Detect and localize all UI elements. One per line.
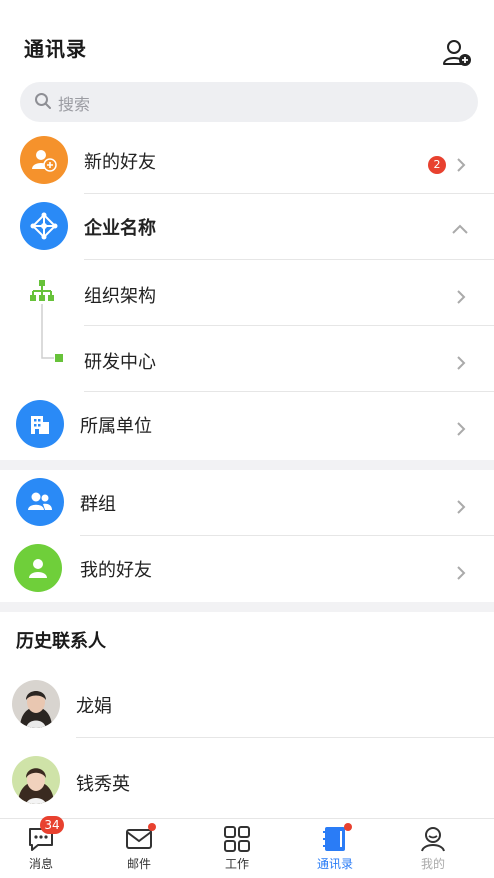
chevron-right-icon: [457, 566, 466, 580]
company-avatar: [20, 202, 68, 250]
tab-label: 消息: [28, 857, 53, 871]
chevron-up-icon[interactable]: [452, 222, 468, 236]
chevron-right-icon: [457, 290, 466, 304]
search-bar[interactable]: 搜索: [20, 82, 478, 122]
contact-row[interactable]: 龙娟: [0, 672, 494, 738]
new-friends-label: 新的好友: [84, 152, 156, 173]
add-friend-icon: [32, 150, 57, 172]
tab-mail[interactable]: 邮件: [90, 819, 188, 878]
messages-badge: 34: [40, 816, 64, 834]
section-separator: [0, 602, 494, 612]
org-chart-icon: [30, 280, 54, 301]
network-icon: [30, 212, 58, 240]
tab-messages[interactable]: 34 消息: [0, 816, 90, 878]
divider: [76, 737, 494, 738]
rnd-center-label: 研发中心: [84, 352, 156, 373]
grid-icon: [224, 826, 250, 852]
mail-unread-dot: [148, 823, 156, 831]
section-separator: [0, 460, 494, 470]
contact-row[interactable]: 钱秀英: [0, 748, 494, 814]
new-friends-row[interactable]: 新的好友 2: [0, 128, 494, 194]
header: 通讯录: [0, 0, 494, 78]
history-section-title: 历史联系人: [16, 631, 106, 652]
chevron-right-icon: [457, 158, 466, 172]
units-avatar: [16, 400, 64, 448]
units-row[interactable]: 所属单位: [0, 392, 494, 458]
tab-label: 通讯录: [316, 857, 353, 871]
tab-me[interactable]: 我的: [384, 819, 482, 878]
tab-label: 工作: [224, 857, 249, 871]
units-label: 所属单位: [80, 416, 152, 437]
company-label: 企业名称: [84, 218, 156, 239]
page-title: 通讯录: [24, 37, 87, 61]
chevron-right-icon: [457, 356, 466, 370]
org-structure-label: 组织架构: [84, 286, 156, 307]
my-friends-row[interactable]: 我的好友: [0, 536, 494, 602]
person-icon: [29, 559, 47, 578]
avatar: [12, 680, 60, 728]
search-placeholder: 搜索: [58, 95, 91, 114]
org-structure-row[interactable]: 组织架构: [0, 260, 494, 326]
tab-contacts[interactable]: 通讯录: [286, 819, 384, 878]
chevron-right-icon: [457, 422, 466, 436]
bottom-tab-bar: 34 消息 邮件 工作 通讯录 我的: [0, 816, 494, 878]
contacts-unread-dot: [344, 823, 352, 831]
my-friends-label: 我的好友: [80, 560, 152, 581]
contact-name: 龙娟: [76, 696, 112, 717]
new-friends-badge: 2: [428, 156, 446, 174]
contact-name: 钱秀英: [76, 774, 130, 795]
company-row[interactable]: 企业名称: [0, 194, 494, 260]
building-icon: [31, 416, 49, 434]
my-friends-avatar: [14, 544, 62, 592]
tab-label: 我的: [420, 857, 445, 871]
groups-row[interactable]: 群组: [0, 470, 494, 536]
add-user-icon[interactable]: [442, 38, 472, 68]
tab-work[interactable]: 工作: [188, 819, 286, 878]
groups-avatar: [16, 478, 64, 526]
groups-label: 群组: [80, 494, 116, 515]
search-icon: [35, 93, 51, 109]
avatar: [12, 756, 60, 804]
new-friends-avatar: [20, 136, 68, 184]
group-icon: [28, 492, 52, 510]
chevron-right-icon: [457, 500, 466, 514]
profile-icon: [421, 827, 445, 852]
tab-label: 邮件: [126, 857, 151, 871]
rnd-center-row[interactable]: 研发中心: [0, 326, 494, 392]
